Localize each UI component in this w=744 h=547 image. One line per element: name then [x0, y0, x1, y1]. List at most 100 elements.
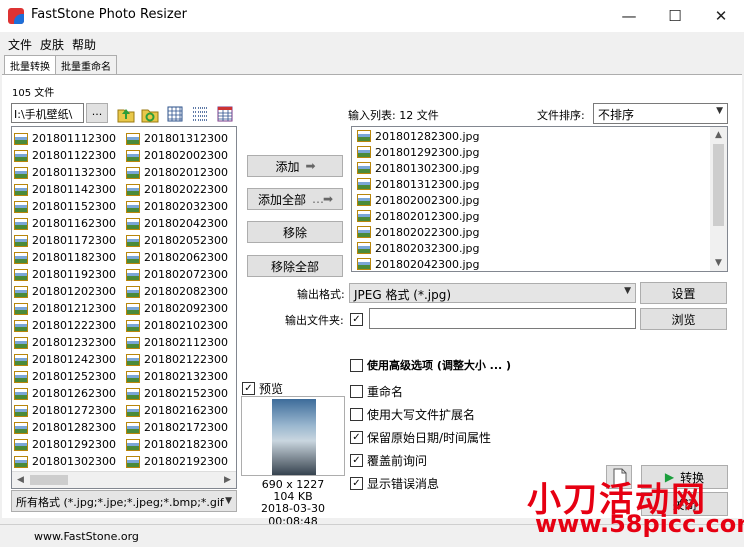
menu-skin[interactable]: 皮肤	[40, 36, 64, 54]
list-item[interactable]: 201801302300	[14, 453, 116, 470]
close-window-button[interactable]: ✕	[698, 0, 744, 31]
list-item[interactable]: 201802152300	[126, 385, 228, 402]
list-item[interactable]: 201801292300	[14, 436, 116, 453]
horizontal-scrollbar[interactable]: ◀ ▶	[12, 471, 236, 488]
scrollbar-thumb[interactable]	[30, 475, 68, 485]
list-item[interactable]: 201801162300	[14, 215, 116, 232]
output-format-select[interactable]: JPEG 格式 (*.jpg) ▼	[349, 283, 636, 303]
list-item[interactable]: 201801172300	[14, 232, 116, 249]
thumbnail-view-icon[interactable]	[166, 105, 184, 123]
refresh-folder-icon[interactable]	[141, 105, 159, 123]
list-item[interactable]: 201801192300	[14, 266, 116, 283]
minimize-button[interactable]: —	[606, 0, 652, 31]
output-folder-checkbox[interactable]: ✓	[350, 313, 363, 326]
list-item[interactable]: 201801252300	[14, 368, 116, 385]
list-item[interactable]: 201802092300	[126, 300, 228, 317]
file-type-filter-select[interactable]: 所有格式 (*.jpg;*.jpe;*.jpeg;*.bmp;*.gif ▼	[11, 490, 237, 512]
list-item[interactable]: 201802072300	[126, 266, 228, 283]
scroll-right-icon[interactable]: ▶	[219, 472, 236, 488]
list-item[interactable]: 201802052300	[126, 232, 228, 249]
settings-button[interactable]: 设置	[640, 282, 727, 304]
list-item[interactable]: 201802192300	[126, 453, 228, 470]
keep-date-checkbox[interactable]: ✓	[350, 431, 363, 444]
list-item[interactable]: 201802012300.jpg	[357, 208, 480, 224]
scroll-down-icon[interactable]: ▼	[710, 255, 727, 271]
uppercase-ext-row[interactable]: 使用大写文件扩展名	[350, 406, 475, 423]
rename-row[interactable]: 重命名	[350, 383, 403, 400]
list-item[interactable]: 201802022300.jpg	[357, 224, 480, 240]
faststone-link[interactable]: www.FastStone.org	[34, 530, 139, 543]
list-item[interactable]: 201802102300	[126, 317, 228, 334]
list-item[interactable]: 201801142300	[14, 181, 116, 198]
list-item[interactable]: 201801302300.jpg	[357, 160, 480, 176]
browse-folder-button[interactable]: ...	[86, 103, 108, 123]
list-item[interactable]: 201802012300	[126, 164, 228, 181]
list-item[interactable]: 201801232300	[14, 334, 116, 351]
list-view-icon[interactable]	[191, 105, 209, 123]
source-file-grid[interactable]: 201801112300 201801122300 201801132300 2…	[11, 126, 237, 489]
list-item[interactable]: 201801292300.jpg	[357, 144, 480, 160]
scrollbar-thumb[interactable]	[713, 144, 724, 226]
advanced-options-checkbox[interactable]	[350, 358, 363, 372]
list-item[interactable]: 201802002300.jpg	[357, 192, 480, 208]
uppercase-ext-checkbox[interactable]	[350, 408, 363, 421]
overwrite-prompt-checkbox[interactable]: ✓	[350, 454, 363, 467]
tab-batch-rename[interactable]: 批量重命名	[55, 55, 117, 75]
add-button[interactable]: 添加 ➡	[247, 155, 343, 177]
tab-batch-convert[interactable]: 批量转换	[4, 55, 56, 76]
list-item[interactable]: 201801222300	[14, 317, 116, 334]
preview-toggle-row[interactable]: ✓ 预览	[242, 380, 283, 397]
list-item[interactable]: 201802032300.jpg	[357, 240, 480, 256]
rename-checkbox[interactable]	[350, 385, 363, 398]
list-item[interactable]: 201801282300.jpg	[357, 128, 480, 144]
list-item[interactable]: 201802182300	[126, 436, 228, 453]
list-item[interactable]: 201802122300	[126, 351, 228, 368]
list-item[interactable]: 201802032300	[126, 198, 228, 215]
list-item[interactable]: 201801212300	[14, 300, 116, 317]
list-item[interactable]: 201802132300	[126, 368, 228, 385]
remove-all-button[interactable]: 移除全部	[247, 255, 343, 277]
list-item[interactable]: 201801262300	[14, 385, 116, 402]
list-item[interactable]: 201802082300	[126, 283, 228, 300]
vertical-scrollbar[interactable]: ▲ ▼	[710, 127, 727, 271]
sort-order-select[interactable]: 不排序 ▼	[593, 103, 728, 124]
list-item[interactable]: 201802172300	[126, 419, 228, 436]
list-item[interactable]: 201802042300	[126, 215, 228, 232]
folder-up-icon[interactable]	[117, 105, 135, 123]
list-item[interactable]: 201802112300	[126, 334, 228, 351]
show-errors-row[interactable]: ✓ 显示错误消息	[350, 475, 439, 492]
list-item[interactable]: 201801182300	[14, 249, 116, 266]
list-item[interactable]: 201802002300	[126, 147, 228, 164]
list-item[interactable]: 201801152300	[14, 198, 116, 215]
maximize-button[interactable]: ☐	[652, 0, 698, 31]
list-item[interactable]: 201802042300.jpg	[357, 256, 480, 271]
list-item[interactable]: 201802022300	[126, 181, 228, 198]
list-item[interactable]: 201801122300	[14, 147, 116, 164]
list-item[interactable]: 201801242300	[14, 351, 116, 368]
keep-date-row[interactable]: ✓ 保留原始日期/时间属性	[350, 429, 491, 446]
browse-output-button[interactable]: 浏览	[640, 308, 727, 330]
add-all-button[interactable]: 添加全部 …➡	[247, 188, 343, 210]
list-item[interactable]: 201801312300	[126, 130, 228, 147]
list-item[interactable]: 201801272300	[14, 402, 116, 419]
input-file-list[interactable]: 201801282300.jpg 201801292300.jpg 201801…	[351, 126, 728, 272]
list-item[interactable]: 201801202300	[14, 283, 116, 300]
scroll-left-icon[interactable]: ◀	[12, 472, 29, 488]
preview-checkbox[interactable]: ✓	[242, 382, 255, 395]
overwrite-prompt-row[interactable]: ✓ 覆盖前询问	[350, 452, 427, 469]
show-errors-checkbox[interactable]: ✓	[350, 477, 363, 490]
menu-file[interactable]: 文件	[8, 36, 32, 54]
list-item[interactable]: 201802162300	[126, 402, 228, 419]
menu-help[interactable]: 帮助	[72, 36, 96, 54]
list-item[interactable]: 201801312300.jpg	[357, 176, 480, 192]
advanced-options-row[interactable]: 使用高级选项 (调整大小 ... )	[350, 357, 511, 373]
list-item[interactable]: 201801282300	[14, 419, 116, 436]
list-item[interactable]: 201802062300	[126, 249, 228, 266]
folder-path-field[interactable]: I:\手机壁纸\	[11, 103, 84, 123]
output-folder-input[interactable]	[369, 308, 636, 329]
list-item[interactable]: 201801112300	[14, 130, 116, 147]
list-item[interactable]: 201801132300	[14, 164, 116, 181]
details-view-icon[interactable]	[216, 105, 234, 123]
remove-button[interactable]: 移除	[247, 221, 343, 243]
scroll-up-icon[interactable]: ▲	[710, 127, 727, 143]
